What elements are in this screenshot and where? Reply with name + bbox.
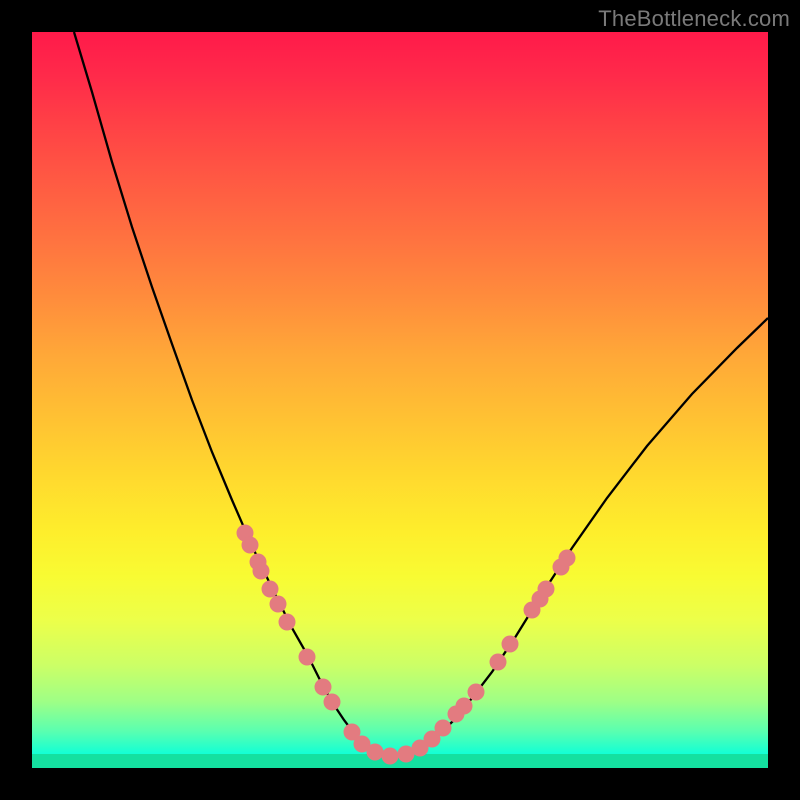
curve-left-curve xyxy=(74,32,392,756)
data-marker xyxy=(559,550,576,567)
data-marker xyxy=(299,649,316,666)
curve-group xyxy=(74,32,768,756)
data-marker xyxy=(253,563,270,580)
data-marker xyxy=(270,596,287,613)
data-marker xyxy=(456,698,473,715)
data-marker xyxy=(538,581,555,598)
plot-area xyxy=(32,32,768,768)
data-marker xyxy=(262,581,279,598)
data-marker xyxy=(324,694,341,711)
data-marker xyxy=(468,684,485,701)
data-marker xyxy=(279,614,296,631)
data-marker xyxy=(490,654,507,671)
marker-group xyxy=(237,525,576,765)
chart-frame: TheBottleneck.com xyxy=(0,0,800,800)
data-marker xyxy=(242,537,259,554)
data-marker xyxy=(435,720,452,737)
data-marker xyxy=(315,679,332,696)
curve-layer xyxy=(32,32,768,768)
data-marker xyxy=(367,744,384,761)
curve-right-curve xyxy=(392,318,768,756)
watermark-text: TheBottleneck.com xyxy=(598,6,790,32)
data-marker xyxy=(382,748,399,765)
data-marker xyxy=(502,636,519,653)
